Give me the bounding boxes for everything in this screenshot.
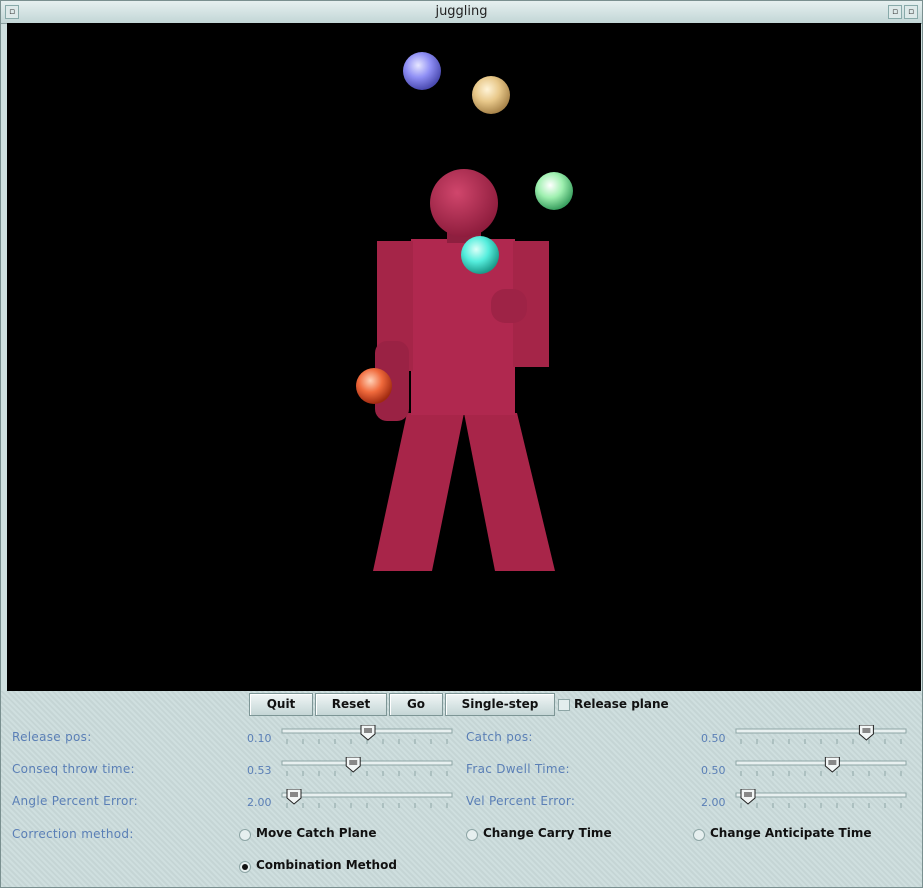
slider-graphic xyxy=(735,788,907,808)
catch-pos-label: Catch pos: xyxy=(466,730,533,744)
slider-track[interactable] xyxy=(281,760,453,766)
go-button[interactable]: Go xyxy=(389,693,443,716)
move-catch-plane-label: Move Catch Plane xyxy=(256,826,377,840)
slider-track[interactable] xyxy=(281,792,453,798)
juggler-scene xyxy=(356,52,573,571)
change-anticipate-time-label: Change Anticipate Time xyxy=(710,826,872,840)
release-pos-label: Release pos: xyxy=(12,730,92,744)
slider-track[interactable] xyxy=(735,760,907,766)
correction-method-label: Correction method: xyxy=(12,827,134,841)
reset-button[interactable]: Reset xyxy=(315,693,387,716)
ball-blue xyxy=(403,52,441,90)
change-anticipate-time-radio[interactable] xyxy=(693,829,705,841)
vel-error-label: Vel Percent Error: xyxy=(466,794,576,808)
slider-track[interactable] xyxy=(735,728,907,734)
slider-graphic xyxy=(281,756,453,776)
release-plane-label: Release plane xyxy=(574,697,669,711)
change-carry-time-radio[interactable] xyxy=(466,829,478,841)
minimize-icon[interactable]: ▫ xyxy=(888,5,902,19)
slider-graphic xyxy=(735,724,907,744)
angle-error-value: 2.00 xyxy=(247,796,272,809)
release-plane-checkbox[interactable] xyxy=(558,699,570,711)
combination-method-radio[interactable] xyxy=(239,861,251,873)
catch-pos-slider[interactable] xyxy=(735,724,907,751)
title-bar[interactable]: juggling ▫ ▫ ▫ xyxy=(1,1,922,24)
slider-thumb-grip xyxy=(862,728,871,733)
slider-graphic xyxy=(735,756,907,776)
slider-thumb-grip xyxy=(744,792,752,797)
slider-graphic xyxy=(281,724,453,744)
catch-pos-value: 0.50 xyxy=(701,732,726,745)
slider-graphic xyxy=(281,788,453,808)
quit-button[interactable]: Quit xyxy=(249,693,313,716)
app-window: juggling ▫ ▫ ▫ Quit Reset Go Single-step… xyxy=(0,0,923,888)
window-title: juggling xyxy=(435,4,488,19)
ball-green xyxy=(535,172,573,210)
move-catch-plane-radio[interactable] xyxy=(239,829,251,841)
window-menu-icon[interactable]: ▫ xyxy=(5,5,19,19)
angle-error-label: Angle Percent Error: xyxy=(12,794,139,808)
slider-thumb-grip xyxy=(290,792,298,797)
slider-thumb-grip xyxy=(349,760,358,765)
slider-thumb-grip xyxy=(364,728,372,733)
ball-orange xyxy=(356,368,392,404)
control-panel: Quit Reset Go Single-step Release plane … xyxy=(1,691,922,887)
conseq-throw-value: 0.53 xyxy=(247,764,272,777)
conseq-throw-label: Conseq throw time: xyxy=(12,762,135,776)
ball-cyan xyxy=(461,236,499,274)
slider-track[interactable] xyxy=(735,792,907,798)
slider-thumb-grip xyxy=(828,760,837,765)
vel-error-value: 2.00 xyxy=(701,796,726,809)
maximize-icon[interactable]: ▫ xyxy=(904,5,918,19)
single-step-button[interactable]: Single-step xyxy=(445,693,555,716)
frac-dwell-slider[interactable] xyxy=(735,756,907,783)
combination-method-label: Combination Method xyxy=(256,858,397,872)
release-pos-slider[interactable] xyxy=(281,724,453,751)
conseq-throw-slider[interactable] xyxy=(281,756,453,783)
frac-dwell-label: Frac Dwell Time: xyxy=(466,762,570,776)
vel-error-slider[interactable] xyxy=(735,788,907,815)
juggling-3d-view[interactable] xyxy=(7,23,921,691)
angle-error-slider[interactable] xyxy=(281,788,453,815)
release-pos-value: 0.10 xyxy=(247,732,272,745)
change-carry-time-label: Change Carry Time xyxy=(483,826,612,840)
juggler-figure xyxy=(373,169,555,571)
ball-tan xyxy=(472,76,510,114)
frac-dwell-value: 0.50 xyxy=(701,764,726,777)
